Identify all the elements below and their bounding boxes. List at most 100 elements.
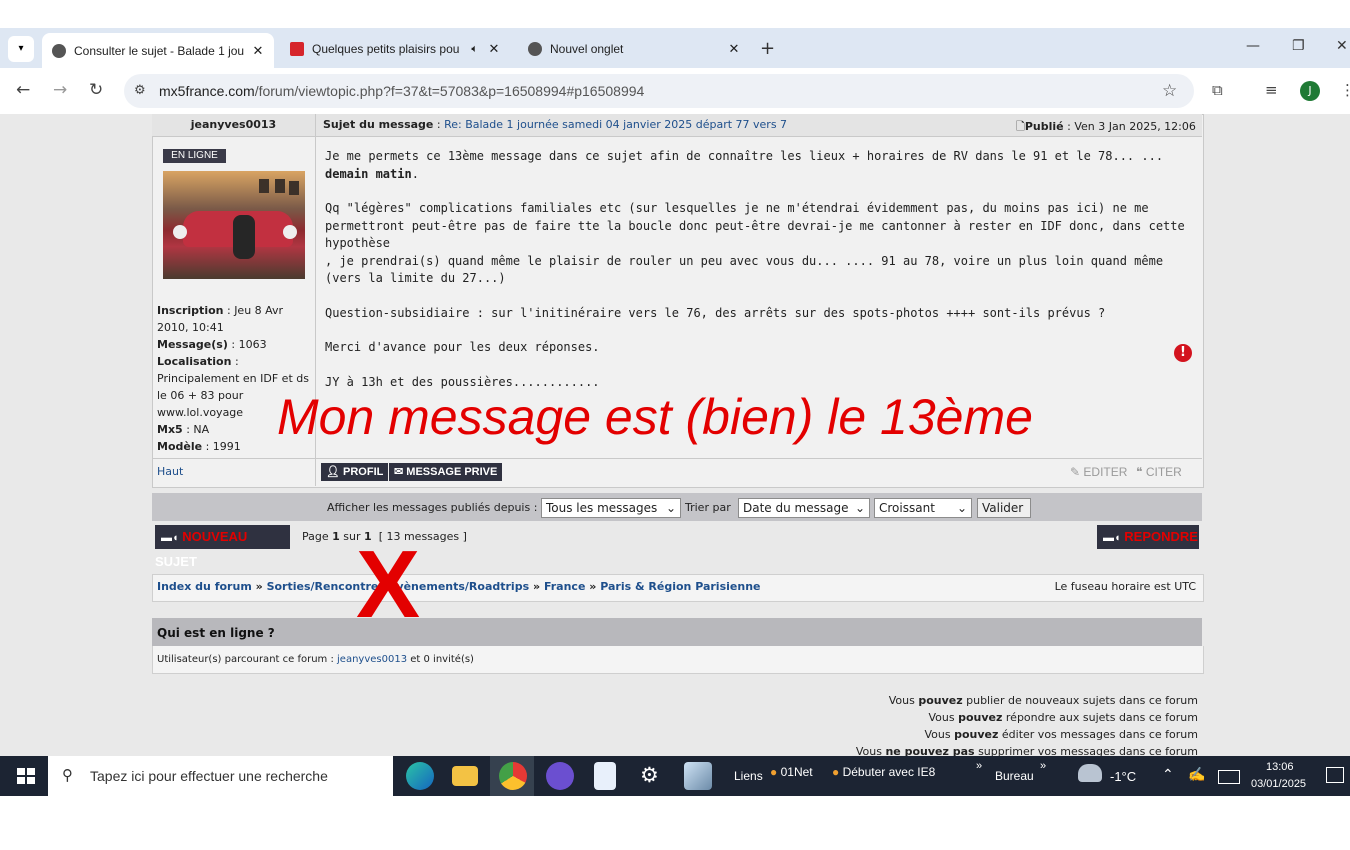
link-ie8[interactable]: ● Débuter avec IE8 bbox=[832, 765, 935, 779]
close-tab-icon[interactable]: ✕ bbox=[726, 41, 742, 57]
sort-select[interactable]: Date du message ⌄ bbox=[738, 498, 870, 518]
tab-search-button[interactable]: ▾ bbox=[8, 36, 34, 62]
breadcrumb-links: Index du forum » Sorties/Rencontres/Évèn… bbox=[157, 580, 760, 593]
pen-icon[interactable]: ✍ bbox=[1188, 766, 1205, 783]
body-text: Qq "légères" complications familiales et… bbox=[325, 201, 1185, 250]
restore-button[interactable]: ❐ bbox=[1292, 38, 1305, 54]
pm-button-label: MESSAGE PRIVE bbox=[406, 466, 498, 478]
new-topic-button[interactable]: ▬◖ NOUVEAU SUJET bbox=[155, 525, 290, 569]
chrome-icon[interactable] bbox=[499, 762, 527, 790]
link-01net[interactable]: ● 01Net bbox=[770, 765, 813, 779]
toolbar-overflow-icon[interactable]: » bbox=[1040, 760, 1046, 772]
edit-button[interactable]: ✎ EDITER bbox=[1070, 465, 1127, 479]
reply-label: REPONDRE bbox=[1124, 529, 1198, 544]
taskbar-search-placeholder[interactable]: Tapez ici pour effectuer une recherche bbox=[90, 768, 328, 784]
url-text[interactable]: mx5france.com/forum/viewtopic.php?f=37&t… bbox=[159, 83, 644, 99]
reply-button[interactable]: ▬◖ REPONDRE bbox=[1097, 525, 1199, 549]
chevron-up-icon[interactable]: ⌃ bbox=[1162, 766, 1174, 783]
quote-button[interactable]: ❝ CITER bbox=[1136, 465, 1182, 479]
windows-start-icon[interactable] bbox=[17, 768, 35, 784]
close-window-button[interactable]: ✕ bbox=[1336, 38, 1348, 54]
filter-since-label: Afficher les messages publiés depuis : bbox=[327, 501, 538, 514]
perm-bold: pouvez bbox=[918, 694, 963, 707]
profile-value: 1063 bbox=[238, 338, 267, 351]
new-topic-prefix: NOUVEAU bbox=[182, 529, 248, 544]
tab-title: Nouvel onglet bbox=[550, 42, 624, 56]
perm-bold: ne pouvez pas bbox=[885, 745, 975, 756]
clock-date[interactable]: 03/01/2025 bbox=[1251, 778, 1306, 790]
site-info-icon[interactable]: ⚙ bbox=[134, 83, 146, 98]
car-icon: ▬◖ bbox=[1103, 532, 1121, 544]
extensions-icon[interactable]: ⧉ bbox=[1212, 81, 1223, 99]
body-text: Question-subsidiaire : sur l'initinérair… bbox=[325, 305, 1106, 320]
reload-button[interactable]: ↻ bbox=[89, 80, 103, 100]
close-tab-icon[interactable]: ✕ bbox=[486, 41, 502, 57]
close-tab-icon[interactable]: ✕ bbox=[250, 43, 266, 59]
weather-cloud-icon[interactable] bbox=[1078, 764, 1102, 782]
new-topic-suffix: SUJET bbox=[155, 554, 197, 569]
profile-button-label: PROFIL bbox=[343, 466, 384, 478]
settings-gear-icon[interactable]: ⚙ bbox=[640, 763, 659, 787]
notepad-icon[interactable] bbox=[594, 762, 616, 790]
speaker-icon[interactable]: 🔈︎ bbox=[471, 43, 478, 56]
perm-pre: Vous bbox=[888, 694, 915, 707]
keyboard-icon[interactable] bbox=[1218, 770, 1240, 784]
post-body: Je me permets ce 13ème message dans ce s… bbox=[325, 148, 1193, 391]
user-icon: 👤︎ bbox=[326, 466, 340, 478]
permission-line: Vous ne pouvez pas supprimer vos message… bbox=[856, 745, 1198, 756]
published-label: Publié bbox=[1024, 120, 1064, 133]
online-user-link[interactable]: jeanyves0013 bbox=[337, 654, 407, 665]
permission-line: Vous pouvez publier de nouveaux sujets d… bbox=[889, 694, 1198, 707]
permission-line: Vous pouvez répondre aux sujets dans ce … bbox=[929, 711, 1199, 724]
bookmark-star-icon[interactable]: ☆ bbox=[1162, 81, 1177, 101]
app-icon[interactable] bbox=[684, 762, 712, 790]
bureau-label[interactable]: Bureau bbox=[995, 769, 1034, 783]
post-footer-divider bbox=[152, 458, 1202, 459]
tab-consulter-sujet[interactable]: Consulter le sujet - Balade 1 jou ✕ bbox=[42, 33, 274, 68]
forward-button[interactable]: → bbox=[53, 80, 67, 100]
subject-link[interactable]: Re: Balade 1 journée samedi 04 janvier 2… bbox=[444, 118, 787, 131]
report-icon[interactable]: ! bbox=[1174, 344, 1192, 362]
annotation-overlay-text: Mon message est (bien) le 13ème bbox=[277, 389, 1033, 445]
profile-value: NA bbox=[193, 423, 210, 436]
breadcrumb-item[interactable]: Index du forum bbox=[157, 580, 252, 593]
profile-avatar[interactable]: J bbox=[1300, 81, 1320, 101]
profile-value: 1991 bbox=[212, 440, 241, 453]
link-01net-label: 01Net bbox=[780, 765, 813, 779]
weather-temp[interactable]: -1°C bbox=[1110, 769, 1136, 784]
notification-icon[interactable] bbox=[1326, 767, 1344, 783]
back-to-top-link[interactable]: Haut bbox=[157, 465, 183, 478]
breadcrumb-item[interactable]: Paris & Région Parisienne bbox=[600, 580, 760, 593]
profile-button[interactable]: 👤︎ PROFIL bbox=[321, 463, 389, 481]
breadcrumb-item[interactable]: France bbox=[544, 580, 585, 593]
body-bold-text: demain matin bbox=[325, 166, 412, 181]
file-explorer-icon[interactable] bbox=[452, 766, 478, 786]
profile-label: Modèle bbox=[157, 440, 203, 453]
perm-pre: Vous bbox=[855, 745, 882, 756]
who-online-text: Utilisateur(s) parcourant ce forum : jea… bbox=[157, 654, 474, 665]
clock-time[interactable]: 13:06 bbox=[1266, 761, 1294, 773]
mail-app-icon[interactable] bbox=[546, 762, 574, 790]
car-icon: ▬◖ bbox=[161, 532, 179, 544]
toolbar-overflow-icon[interactable]: » bbox=[976, 760, 982, 772]
validate-button[interactable]: Valider bbox=[977, 498, 1031, 518]
tab-quelques-plaisirs[interactable]: Quelques petits plaisirs pou 🔈︎ ✕ bbox=[280, 33, 510, 65]
perm-bold: pouvez bbox=[954, 728, 999, 741]
new-tab-button[interactable]: + bbox=[760, 38, 775, 59]
subject-label: Sujet du message bbox=[323, 118, 434, 131]
site-favicon-icon bbox=[290, 42, 304, 56]
post-author[interactable]: jeanyves0013 bbox=[152, 118, 315, 131]
order-select[interactable]: Croissant ⌄ bbox=[874, 498, 972, 518]
body-text: , je prendrai(s) quand même le plaisir d… bbox=[325, 253, 1164, 286]
sort-select-value: Date du message bbox=[743, 501, 849, 515]
tab-title: Consulter le sujet - Balade 1 jou bbox=[74, 43, 245, 58]
tab-nouvel-onglet[interactable]: Nouvel onglet ✕ bbox=[518, 33, 750, 65]
menu-kebab-icon[interactable]: ⋮ bbox=[1340, 81, 1350, 99]
edge-icon[interactable] bbox=[406, 762, 434, 790]
media-queue-icon[interactable]: ≡ bbox=[1265, 81, 1278, 99]
private-message-button[interactable]: ✉ MESSAGE PRIVE bbox=[389, 463, 503, 481]
back-button[interactable]: ← bbox=[16, 80, 30, 100]
since-select[interactable]: Tous les messages ⌄ bbox=[541, 498, 681, 518]
minimize-button[interactable]: — bbox=[1246, 38, 1260, 54]
annotation-red-x: X bbox=[356, 531, 421, 638]
